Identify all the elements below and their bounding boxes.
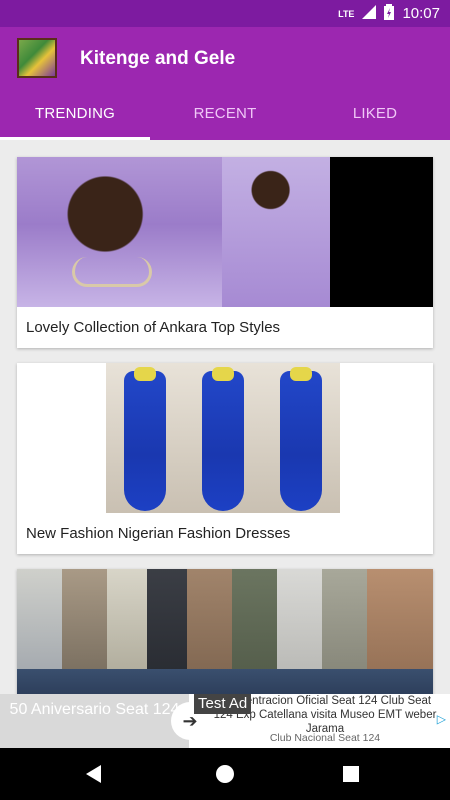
card-caption: New Fashion Nigerian Fashion Dresses [26,525,291,542]
feed-list[interactable]: Lovely Collection of Ankara Top Styles N… [0,140,450,694]
list-item[interactable]: Lovely Collection of Ankara Top Styles [17,157,433,348]
signal-icon [362,5,377,22]
lte-signal-icon: LTE [338,8,355,19]
tab-trending[interactable]: TRENDING [0,97,150,140]
card-image [17,569,433,694]
card-image [17,157,433,307]
recents-icon[interactable] [343,766,359,782]
card-caption: Lovely Collection of Ankara Top Styles [26,319,281,336]
back-icon[interactable] [86,765,101,783]
list-item[interactable] [17,569,433,694]
ad-banner[interactable]: 50 Aniversario Seat 124 ➔ Concentracion … [0,694,450,748]
app-title: Kitenge and Gele [80,48,236,69]
status-bar: LTE 10:07 [0,0,450,27]
tab-bar: TRENDING RECENT LIKED [0,97,450,140]
app-bar: Kitenge and Gele TRENDING RECENT LIKED [0,27,450,140]
home-icon[interactable] [216,765,234,783]
tab-recent[interactable]: RECENT [150,97,300,140]
tab-liked[interactable]: LIKED [300,97,450,140]
list-item[interactable]: New Fashion Nigerian Fashion Dresses [17,363,433,554]
status-time: 10:07 [402,5,440,22]
test-ad-badge: Test Ad [194,694,252,714]
ad-left-text[interactable]: 50 Aniversario Seat 124 [0,694,189,748]
app-logo-icon [17,38,57,78]
card-image [17,363,433,513]
ad-choices-icon[interactable]: ▷ [437,712,446,726]
ad-sub-text[interactable]: Club Nacional Seat 124 [211,732,439,744]
navigation-bar [0,748,450,800]
battery-icon [384,4,395,23]
